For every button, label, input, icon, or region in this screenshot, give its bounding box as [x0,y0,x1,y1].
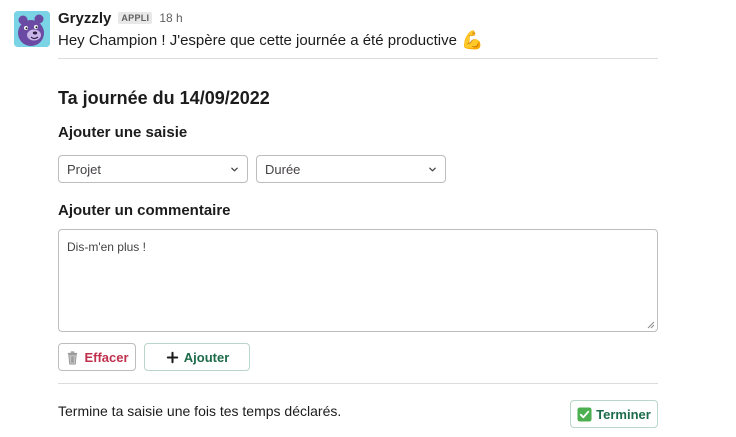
finish-button[interactable]: Terminer [570,400,658,428]
plus-icon [166,351,178,363]
bear-mascot-icon[interactable] [14,11,50,47]
divider [58,58,658,59]
resize-handle-icon[interactable] [647,321,655,329]
add-button-label: Ajouter [183,349,230,365]
bot-message: Gryzzly APPLI 18 h Hey Champion ! J'espè… [0,0,736,437]
duration-select-value: Durée [265,161,301,177]
finish-button-label: Terminer [596,406,651,422]
check-mark-icon [577,406,592,422]
clear-button-label: Effacer [84,349,129,365]
project-select[interactable]: Projet [58,155,248,183]
chevron-down-icon [429,167,436,171]
clear-button[interactable]: Effacer [58,343,136,371]
duration-select[interactable]: Durée [256,155,446,183]
add-button[interactable]: Ajouter [144,343,250,371]
app-badge: APPLI [118,12,153,24]
wastebasket-icon [68,350,78,364]
greeting-text: Hey Champion ! J'espère que cette journé… [58,31,483,49]
footer-text: Termine ta saisie une fois tes temps déc… [58,403,342,419]
project-select-value: Projet [67,161,101,177]
comment-textarea[interactable]: Dis-m'en plus ! [58,229,658,332]
entry-section-label: Ajouter une saisie [58,124,188,141]
comment-section-label: Ajouter un commentaire [58,202,231,219]
greeting-label: Hey Champion ! J'espère que cette journé… [58,31,457,49]
chevron-down-icon [231,167,238,171]
flexed-biceps-icon: 💪 [460,30,484,50]
comment-placeholder: Dis-m'en plus ! [67,240,146,254]
message-timestamp[interactable]: 18 h [159,11,182,25]
sender-name[interactable]: Gryzzly [58,10,111,27]
message-header: Gryzzly APPLI 18 h [58,10,183,27]
divider [58,383,658,384]
block-title: Ta journée du 14/09/2022 [58,88,270,108]
